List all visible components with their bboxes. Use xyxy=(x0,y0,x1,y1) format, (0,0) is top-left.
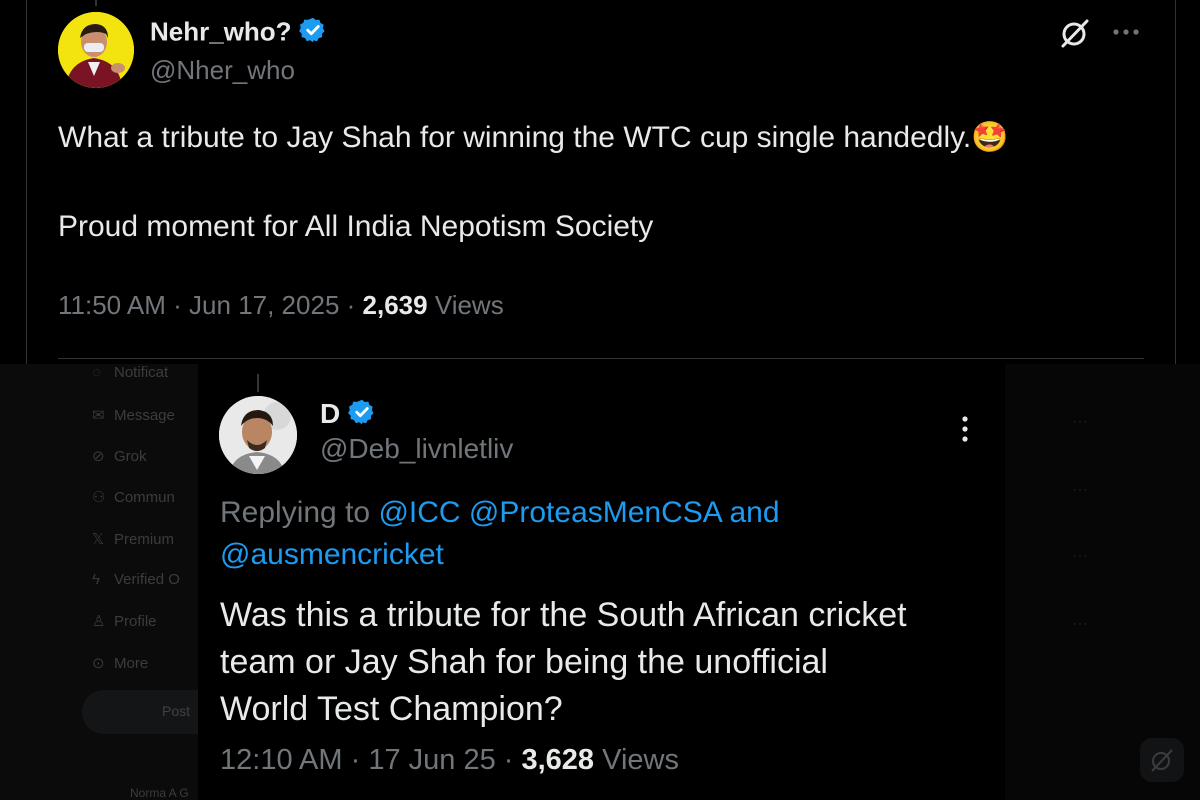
reply-date[interactable]: 17 Jun 25 xyxy=(368,744,495,776)
more-icon: ··· xyxy=(1073,482,1088,496)
meta-separator: · xyxy=(342,744,369,776)
grok-float-button xyxy=(1140,738,1184,782)
person-icon: ♙ xyxy=(92,613,106,630)
column-divider-left xyxy=(26,0,27,364)
sidebar-item-label: Verified O xyxy=(114,571,180,588)
views-count: 2,639 xyxy=(362,290,428,320)
sidebar-item-communities: ⚇ Commun xyxy=(92,488,175,506)
more-circle-icon: ⊙ xyxy=(92,655,105,672)
reply-meta: 12:10 AM · 17 Jun 25 · 3,628 Views xyxy=(220,744,679,777)
avatar-image xyxy=(219,396,297,474)
meta-separator: · xyxy=(495,744,522,776)
grok-icon[interactable] xyxy=(1058,16,1092,55)
sidebar-item-messages: ✉ Message xyxy=(92,406,175,424)
tweet-date[interactable]: Jun 17, 2025 xyxy=(189,290,339,320)
x-logo-icon: 𝕏 xyxy=(92,531,105,548)
reply-text: Was this a tribute for the South African… xyxy=(220,596,907,728)
sidebar-item-label: Notificat xyxy=(114,364,169,381)
views-label: Views xyxy=(594,744,679,776)
replying-to: Replying to @ICC @ProteasMenCSA and @ausm… xyxy=(220,492,920,576)
column-divider-right xyxy=(1175,0,1176,364)
more-vertical-icon[interactable] xyxy=(957,414,973,449)
mention-link[interactable]: @ausmencricket xyxy=(220,538,444,571)
sidebar-item-label: Premium xyxy=(114,531,175,548)
sidebar-item-label: Grok xyxy=(114,448,147,465)
bell-icon: ◌ xyxy=(92,364,101,381)
meta-separator: · xyxy=(339,290,363,320)
sidebar-item-label: Message xyxy=(114,407,175,424)
thread-line xyxy=(257,374,259,392)
sidebar-item-profile: ♙ Profile xyxy=(92,612,157,630)
views-count: 3,628 xyxy=(521,744,595,776)
more-icon: ··· xyxy=(1073,414,1088,428)
display-name-row[interactable]: D xyxy=(320,398,376,433)
replying-to-prefix: Replying to xyxy=(220,496,379,529)
tweet-text: What a tribute to Jay Shah for winning t… xyxy=(58,118,1168,158)
meta-separator: · xyxy=(165,290,190,320)
tweet-time[interactable]: 11:50 AM xyxy=(58,290,166,320)
mention-and[interactable]: and xyxy=(729,496,779,529)
sidebar-item-label: Commun xyxy=(114,489,175,506)
sidebar-item-verified: ϟ Verified O xyxy=(92,571,180,588)
star-struck-emoji: 🤩 xyxy=(971,121,1009,154)
sidebar-item-more: ⊙ More xyxy=(92,654,148,672)
grok-icon: ⊘ xyxy=(92,448,105,465)
sidebar-item-premium: 𝕏 Premium xyxy=(92,530,174,548)
lightning-icon: ϟ xyxy=(92,571,100,588)
verified-badge-icon[interactable] xyxy=(348,398,376,433)
grok-icon xyxy=(1151,749,1173,772)
avatar[interactable] xyxy=(58,12,134,88)
verified-badge-icon[interactable] xyxy=(298,16,327,51)
thread-line xyxy=(95,0,97,6)
tweet-divider xyxy=(58,358,1144,359)
display-name-row[interactable]: Nehr_who? xyxy=(150,16,327,51)
views-label: Views xyxy=(427,290,504,320)
mail-icon: ✉ xyxy=(92,407,105,424)
user-handle[interactable]: @Nher_who xyxy=(150,55,295,86)
people-icon: ⚇ xyxy=(92,489,106,506)
display-name[interactable]: D xyxy=(320,398,340,429)
more-icon: ··· xyxy=(1073,548,1088,562)
tweet-meta: 11:50 AM · Jun 17, 2025 · 2,639 Views xyxy=(58,290,504,321)
avatar-image xyxy=(58,12,134,88)
account-name: Norma A G xyxy=(130,786,189,800)
avatar[interactable] xyxy=(219,396,297,474)
more-icon[interactable] xyxy=(1110,22,1142,47)
mention-link[interactable]: @ICC xyxy=(378,496,460,529)
reply-time[interactable]: 12:10 AM xyxy=(220,744,343,776)
tweet-text-line1: What a tribute to Jay Shah for winning t… xyxy=(58,121,972,154)
display-name[interactable]: Nehr_who? xyxy=(150,16,292,46)
sidebar-item-label: Profile xyxy=(114,613,157,630)
user-handle[interactable]: @Deb_livnletliv xyxy=(320,433,513,465)
post-button-label: Post xyxy=(162,703,191,719)
sidebar-item-label: More xyxy=(114,655,149,672)
background-right-column xyxy=(1005,364,1200,800)
sidebar-item-notifications: ◌ Notificat xyxy=(92,364,168,381)
tweet-text-line2: Proud moment for All India Nepotism Soci… xyxy=(58,210,654,243)
mention-link[interactable]: @ProteasMenCSA xyxy=(469,496,721,529)
more-icon: ··· xyxy=(1073,616,1088,630)
original-tweet[interactable]: Nehr_who? @Nher_who What a tribute to Ja… xyxy=(0,0,1200,364)
sidebar-item-grok: ⊘ Grok xyxy=(92,447,147,465)
